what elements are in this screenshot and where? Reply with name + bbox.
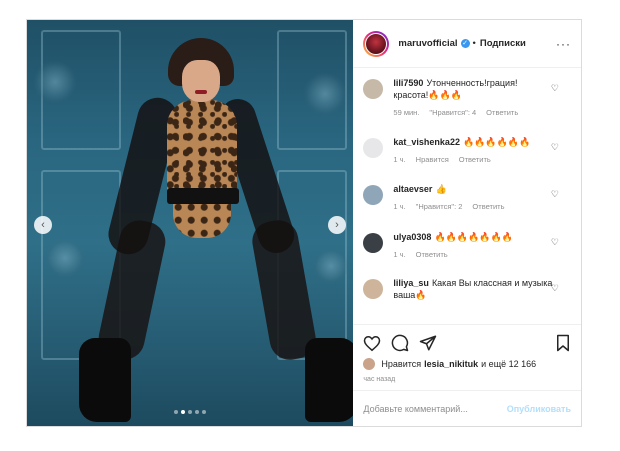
carousel-dot [174, 410, 179, 414]
wall-ornament [303, 72, 347, 116]
following-button[interactable]: Подписки [480, 38, 526, 49]
carousel-dot [202, 410, 207, 414]
publish-button[interactable]: Опубликовать [507, 404, 571, 414]
heart-icon[interactable]: ♡ [551, 83, 559, 94]
bookmark-icon[interactable] [555, 334, 571, 352]
comment-item: liliya_su Какая Вы классная и музыка ваша… [353, 277, 581, 317]
figure-bodysuit [167, 100, 237, 200]
more-options-icon[interactable]: ··· [556, 37, 571, 51]
avatar [365, 32, 388, 55]
reply-button[interactable]: Ответить [416, 250, 448, 259]
carousel-prev-button[interactable]: ‹ [34, 216, 52, 234]
comment-text: 🔥🔥🔥🔥🔥🔥🔥 [434, 232, 513, 242]
wall-ornament [45, 238, 85, 278]
comment-time[interactable]: 1 ч. [393, 202, 405, 211]
add-comment-bar: Опубликовать [353, 390, 581, 426]
comment-username[interactable]: liliya_su [393, 278, 429, 288]
comment-username[interactable]: ulya0308 [393, 232, 431, 242]
comment-username[interactable]: altaevser [393, 184, 432, 194]
wall-ornament [33, 60, 77, 104]
post-timestamp[interactable]: час назад [363, 376, 571, 390]
story-ring[interactable] [363, 30, 390, 57]
liker-username[interactable]: lesia_nikituk [424, 359, 478, 369]
heart-icon[interactable]: ♡ [551, 189, 559, 200]
reply-button[interactable]: Ответить [472, 202, 504, 211]
carousel-dot-active [181, 410, 186, 414]
comment-text: 🔥🔥🔥🔥🔥🔥 [462, 137, 531, 147]
comment-item: ulya0308 🔥🔥🔥🔥🔥🔥🔥 1 ч. Ответить ♡ [353, 231, 581, 277]
comment-input[interactable] [363, 403, 507, 414]
reply-button[interactable]: Ответить [486, 108, 518, 117]
chevron-left-icon: ‹ [41, 219, 45, 231]
figure-bodysuit-bottom [173, 202, 231, 238]
reply-button[interactable]: Ответить [459, 155, 491, 164]
comment-item: kat_vishenka22 🔥🔥🔥🔥🔥🔥 1 ч. Нравится Ответит… [353, 136, 581, 183]
likes-summary: Нравится lesia_nikituk и ещё 12 166 [363, 358, 571, 370]
post-actions: Нравится lesia_nikituk и ещё 12 166 час … [353, 324, 581, 390]
avatar[interactable] [363, 185, 384, 205]
comment-likes[interactable]: Нравится [416, 155, 449, 164]
likes-prefix: Нравится [381, 359, 422, 369]
avatar[interactable] [363, 358, 376, 370]
chevron-right-icon: › [335, 219, 339, 231]
heart-icon[interactable]: ♡ [551, 283, 559, 294]
comment-bubble-icon[interactable] [391, 334, 409, 352]
carousel-next-button[interactable]: › [328, 216, 346, 234]
figure-lips [195, 90, 207, 94]
figure-belt [167, 188, 239, 204]
comment-username[interactable]: kat_vishenka22 [393, 137, 460, 147]
verified-badge-icon: ✓ [460, 39, 470, 48]
comment-likes[interactable]: "Нравится": 2 [416, 202, 463, 211]
avatar[interactable] [363, 279, 384, 299]
avatar[interactable] [363, 79, 384, 99]
post-sidebar: maruvofficial ✓ • Подписки ··· lili7590 У… [353, 20, 581, 426]
likes-count[interactable]: и ещё 12 166 [481, 359, 536, 369]
comment-item: altaevser 👍 1 ч. "Нравится": 2 Ответить ♡ [353, 183, 581, 231]
comment-text: 👍 [435, 184, 447, 194]
post-image[interactable]: ‹ › [27, 20, 354, 426]
post-header: maruvofficial ✓ • Подписки ··· [353, 20, 581, 68]
heart-icon[interactable]: ♡ [551, 142, 559, 153]
author-username[interactable]: maruvofficial [398, 38, 457, 49]
heart-icon[interactable]: ♡ [551, 237, 559, 248]
carousel-indicator [27, 410, 353, 414]
comments-list: lili7590 Утонченность!грация! красота!🔥🔥🔥… [353, 68, 581, 324]
comment-item: lili7590 Утонченность!грация! красота!🔥🔥🔥… [353, 77, 581, 136]
carousel-dot [188, 410, 193, 414]
avatar[interactable] [363, 233, 384, 253]
figure-face [182, 60, 220, 102]
comment-time[interactable]: 1 ч. [393, 155, 405, 164]
like-heart-icon[interactable] [363, 335, 381, 352]
comment-username[interactable]: lili7590 [393, 78, 423, 88]
comment-time[interactable]: 1 ч. [393, 250, 405, 259]
share-paper-plane-icon[interactable] [419, 334, 437, 352]
comment-likes[interactable]: "Нравится": 4 [429, 108, 476, 117]
wall-ornament [313, 248, 349, 284]
comment-time[interactable]: 59 мин. [393, 108, 419, 117]
carousel-dot [195, 410, 200, 414]
avatar[interactable] [363, 138, 384, 158]
separator-dot: • [472, 38, 476, 49]
post-card: ‹ › maruvofficial ✓ • Подписки ··· lili7 [26, 19, 582, 427]
